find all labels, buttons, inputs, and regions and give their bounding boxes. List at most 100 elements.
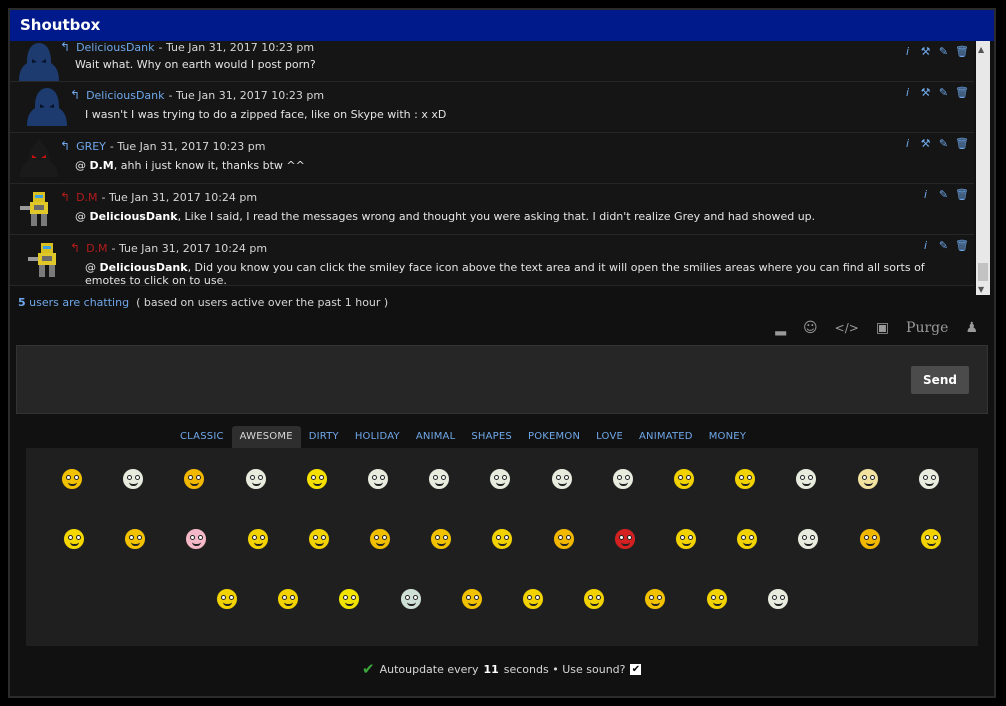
smiley-icon[interactable] <box>859 528 881 550</box>
tools-icon[interactable]: ⚒ <box>919 45 932 58</box>
smiley-icon[interactable] <box>734 468 756 490</box>
smiley-icon[interactable] <box>185 528 207 550</box>
smiley-icon[interactable] <box>122 468 144 490</box>
smiley-icon[interactable] <box>736 528 758 550</box>
smiley-icon[interactable] <box>767 588 789 610</box>
reply-icon[interactable]: ↰ <box>60 139 70 153</box>
smiley-icon[interactable] <box>124 528 146 550</box>
message-list[interactable]: ↰ DeliciousDank - Tue Jan 31, 2017 10:23 p… <box>10 41 974 295</box>
reply-icon[interactable]: ↰ <box>60 190 70 204</box>
smiley-icon[interactable] <box>920 528 942 550</box>
message-input[interactable]: Send <box>16 345 988 414</box>
blue-hooded-avatar[interactable] <box>26 86 68 126</box>
message-author[interactable]: GREY <box>76 140 106 153</box>
smiley-icon[interactable] <box>430 528 452 550</box>
send-button[interactable]: Send <box>911 366 969 394</box>
smiley-icon[interactable] <box>491 528 513 550</box>
smiley-icon[interactable] <box>644 588 666 610</box>
robot-avatar[interactable] <box>26 239 68 279</box>
smiley-icon[interactable] <box>183 468 205 490</box>
user-icon[interactable]: ♟ <box>965 320 978 336</box>
message-author[interactable]: D.M <box>86 242 107 255</box>
edit-icon[interactable]: ✎ <box>937 137 950 150</box>
edit-icon[interactable]: ✎ <box>937 86 950 99</box>
scroll-down-icon[interactable]: ▼ <box>978 285 984 294</box>
smiley-icon[interactable] <box>489 468 511 490</box>
users-chatting-link[interactable]: users are chatting <box>29 296 129 309</box>
info-icon[interactable]: i <box>901 137 914 150</box>
tab-pokemon[interactable]: POKEMON <box>520 426 588 448</box>
smiley-icon[interactable] <box>369 528 391 550</box>
mention[interactable]: D.M <box>90 159 114 172</box>
tools-icon[interactable]: ⚒ <box>919 137 932 150</box>
info-icon[interactable]: i <box>901 45 914 58</box>
tab-classic[interactable]: CLASSIC <box>172 426 232 448</box>
smiley-icon[interactable] <box>614 528 636 550</box>
smiley-icon[interactable] <box>247 528 269 550</box>
smiley-icon[interactable] <box>277 588 299 610</box>
message-scrollbar[interactable]: ▲ ▼ <box>976 41 990 295</box>
tab-animated[interactable]: ANIMATED <box>631 426 701 448</box>
tab-dirty[interactable]: DIRTY <box>301 426 347 448</box>
smiley-icon[interactable] <box>308 528 330 550</box>
info-icon[interactable]: i <box>919 188 932 201</box>
smiley-icon[interactable] <box>583 588 605 610</box>
info-icon[interactable]: i <box>901 86 914 99</box>
smiley-icon[interactable] <box>400 588 422 610</box>
smiley-icon[interactable] <box>428 468 450 490</box>
reply-icon[interactable]: ↰ <box>70 88 80 102</box>
smiley-icon[interactable] <box>61 468 83 490</box>
reply-icon[interactable]: ↰ <box>60 41 70 54</box>
edit-icon[interactable]: ✎ <box>937 239 950 252</box>
tab-love[interactable]: LOVE <box>588 426 631 448</box>
use-sound-checkbox[interactable]: ✔ <box>630 663 642 675</box>
smiley-icon[interactable] <box>216 588 238 610</box>
delete-icon[interactable]: 🗑 <box>955 86 969 99</box>
smiley-icon[interactable] <box>612 468 634 490</box>
mention[interactable]: DeliciousDank <box>100 261 188 274</box>
smiley-icon[interactable] <box>795 468 817 490</box>
smiley-icon[interactable] <box>551 468 573 490</box>
smiley-icon[interactable] <box>918 468 940 490</box>
edit-icon[interactable]: ✎ <box>937 188 950 201</box>
tools-icon[interactable]: ⚒ <box>919 86 932 99</box>
purge-button[interactable]: Purge <box>906 320 948 336</box>
delete-icon[interactable]: 🗑 <box>955 188 969 201</box>
smiley-icon[interactable] <box>367 468 389 490</box>
delete-icon[interactable]: 🗑 <box>955 45 969 58</box>
smiley-icon[interactable] <box>245 468 267 490</box>
archive-icon[interactable]: ▣ <box>876 320 889 336</box>
scroll-up-icon[interactable]: ▲ <box>978 45 984 54</box>
tab-holiday[interactable]: HOLIDAY <box>347 426 408 448</box>
reply-icon[interactable]: ↰ <box>70 241 80 255</box>
tab-money[interactable]: MONEY <box>701 426 754 448</box>
tab-shapes[interactable]: SHAPES <box>463 426 520 448</box>
smiley-icon[interactable] <box>522 588 544 610</box>
tab-animal[interactable]: ANIMAL <box>408 426 464 448</box>
message-author[interactable]: D.M <box>76 191 97 204</box>
smiley-icon[interactable]: ☺ <box>803 320 818 336</box>
blue-hooded-avatar[interactable] <box>18 41 60 81</box>
scrollbar-thumb[interactable] <box>978 263 988 281</box>
mention[interactable]: DeliciousDank <box>90 210 178 223</box>
edit-icon[interactable]: ✎ <box>937 45 950 58</box>
delete-icon[interactable]: 🗑 <box>955 137 969 150</box>
code-icon[interactable]: </> <box>835 321 859 335</box>
smiley-icon[interactable] <box>63 528 85 550</box>
info-icon[interactable]: i <box>919 239 932 252</box>
smiley-icon[interactable] <box>461 588 483 610</box>
robot-avatar[interactable] <box>18 188 60 228</box>
smiley-icon[interactable] <box>306 468 328 490</box>
red-eyed-shadow-avatar[interactable] <box>18 137 60 177</box>
smiley-icon[interactable] <box>797 528 819 550</box>
smiley-icon[interactable] <box>338 588 360 610</box>
delete-icon[interactable]: 🗑 <box>955 239 969 252</box>
smiley-icon[interactable] <box>553 528 575 550</box>
message-author[interactable]: DeliciousDank <box>86 89 164 102</box>
eraser-icon[interactable]: ▂ <box>775 320 786 336</box>
message-author[interactable]: DeliciousDank <box>76 41 154 54</box>
tab-awesome[interactable]: AWESOME <box>231 426 301 448</box>
smiley-icon[interactable] <box>675 528 697 550</box>
smiley-icon[interactable] <box>673 468 695 490</box>
smiley-icon[interactable] <box>857 468 879 490</box>
